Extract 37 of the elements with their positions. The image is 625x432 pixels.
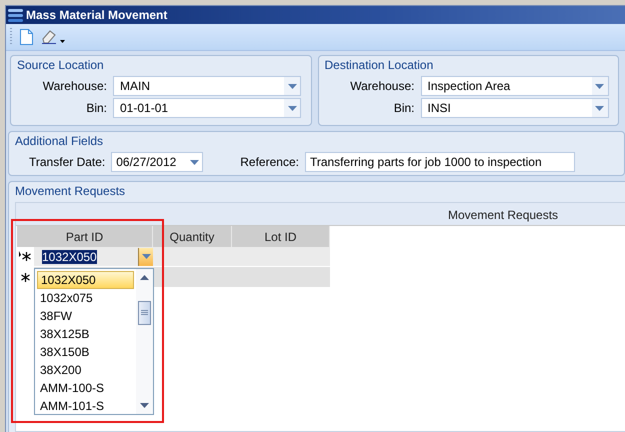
dropdown-field[interactable]: Inspection Area xyxy=(420,76,608,96)
field-label: Reference: xyxy=(240,155,299,169)
field-label: Warehouse: xyxy=(42,79,107,93)
dropdown-field[interactable]: MAIN xyxy=(113,76,301,96)
new-document-icon[interactable] xyxy=(20,29,33,45)
list-item[interactable]: 38X125B xyxy=(37,325,134,343)
group-title: Movement Requests xyxy=(15,184,126,198)
app-icon xyxy=(8,8,23,22)
scrollbar[interactable] xyxy=(136,269,153,414)
scroll-thumb[interactable] xyxy=(138,301,151,325)
list-item[interactable]: 38X200 xyxy=(37,361,134,379)
band-caption: Movement Requests xyxy=(448,207,558,224)
eraser-button[interactable] xyxy=(41,30,65,44)
list-item[interactable]: AMM-101-S xyxy=(37,397,134,415)
field-label: Bin: xyxy=(392,101,414,115)
date-picker[interactable]: 06/27/2012 xyxy=(111,152,204,172)
list-item[interactable]: AMM-100-S xyxy=(37,379,134,397)
window-title: Mass Material Movement xyxy=(26,8,168,22)
dropdown-field[interactable]: 01-01-01 xyxy=(113,98,301,118)
list-item[interactable]: 38X150B xyxy=(37,343,134,361)
reference-field[interactable]: Transferring parts for job 1000 to inspection xyxy=(304,152,575,172)
group-title: Destination Location xyxy=(324,58,434,72)
list-item[interactable]: 1032x075 xyxy=(37,289,134,307)
field-label: Bin: xyxy=(85,101,107,115)
field-label: Warehouse: xyxy=(349,79,414,93)
list-item[interactable]: 38FW xyxy=(37,307,134,325)
scroll-up-icon[interactable] xyxy=(140,275,149,280)
scroll-down-icon[interactable] xyxy=(140,403,149,408)
caret-icon[interactable] xyxy=(60,40,65,43)
new-row-icon xyxy=(20,272,31,282)
eraser-icon xyxy=(41,30,57,44)
group-title: Source Location xyxy=(17,58,104,72)
dropdown-field[interactable]: INSI xyxy=(420,98,608,118)
group-title: Additional Fields xyxy=(15,134,104,148)
edit-row-icon xyxy=(19,251,32,262)
list-item[interactable]: 1032X050 xyxy=(37,271,134,289)
field-label: Transfer Date: xyxy=(29,155,106,169)
